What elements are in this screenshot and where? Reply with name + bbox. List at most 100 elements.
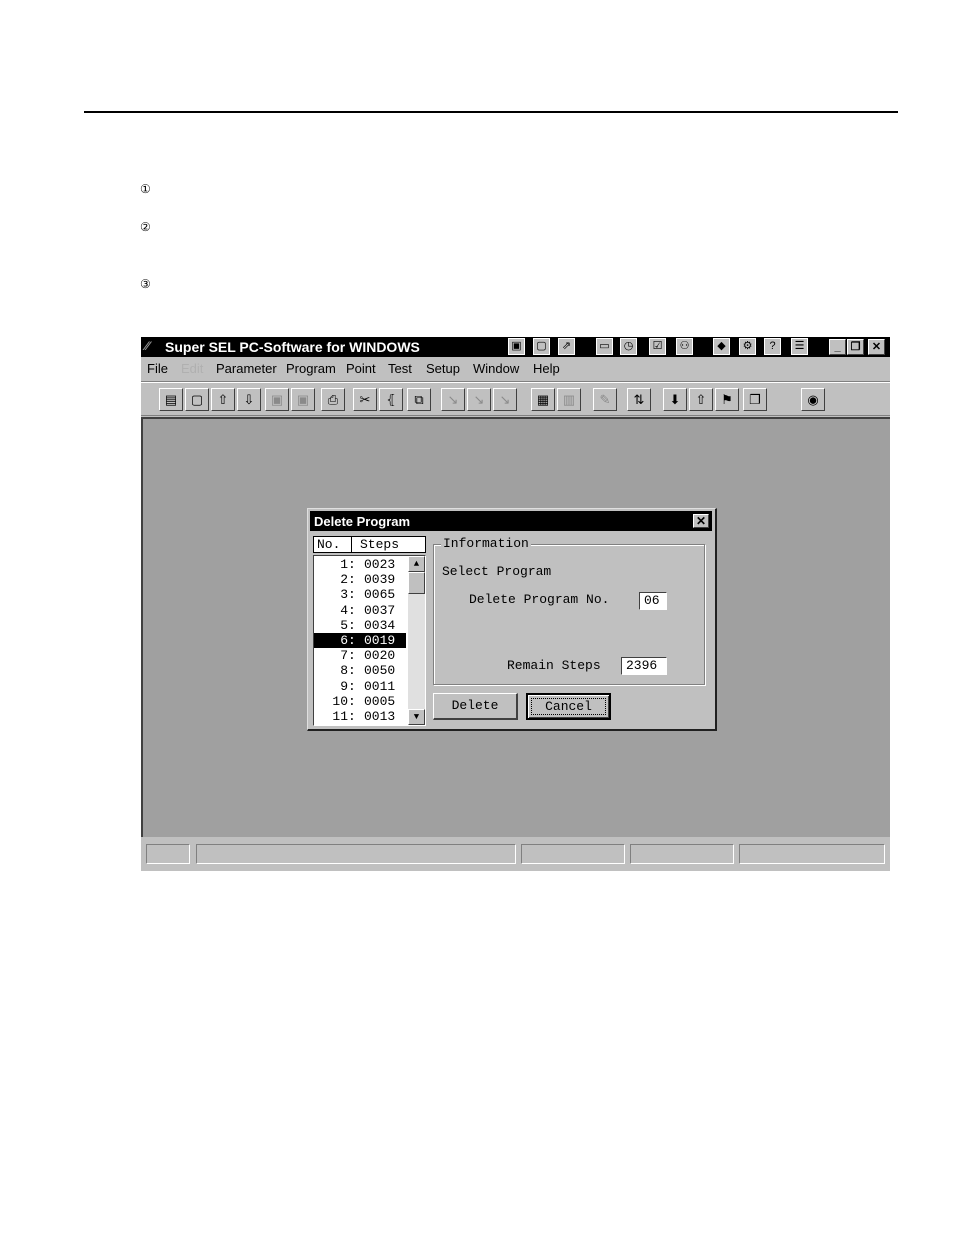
cancel-button[interactable]: Cancel: [526, 693, 611, 720]
program-no: 3: [340, 587, 348, 603]
app-titlebar[interactable]: ⁄⁄ Super SEL PC-Software for WINDOWS ▣ ▢ ⇗…: [141, 337, 890, 357]
program-steps: 0023: [364, 557, 396, 572]
list-item[interactable]: 10:0005: [314, 694, 406, 709]
step-3-icon[interactable]: ↘: [493, 388, 517, 411]
card-icon[interactable]: ▭: [596, 338, 613, 355]
doc-stack-icon[interactable]: ▥: [557, 388, 581, 411]
program-no: 10: [332, 693, 348, 709]
help-icon[interactable]: ?: [764, 338, 781, 355]
upload-icon[interactable]: ⇧: [211, 388, 235, 411]
row-separator: :: [348, 602, 356, 618]
pencil-icon[interactable]: ✎: [593, 388, 617, 411]
delete-program-no-field[interactable]: 06: [639, 592, 667, 610]
select-program-prompt: Select Program: [442, 564, 552, 579]
list-item[interactable]: 1:0023: [314, 557, 406, 572]
menu-bar: File Edit Parameter Program Point Test S…: [141, 357, 890, 382]
scroll-up-arrow-icon[interactable]: ▲: [408, 556, 425, 572]
minimize-button[interactable]: _: [829, 339, 846, 355]
row-separator: :: [348, 709, 356, 724]
close-button[interactable]: ✕: [868, 339, 885, 355]
bracket-icon[interactable]: ⦃: [379, 388, 403, 411]
window-icon[interactable]: ❐: [743, 388, 767, 411]
focus-rect: [531, 698, 606, 715]
row-separator: :: [348, 633, 356, 648]
program-steps: 0005: [364, 693, 396, 709]
step-2-icon[interactable]: ↘: [467, 388, 491, 411]
paste-disabled-icon[interactable]: ▣: [291, 388, 315, 411]
sort-icon[interactable]: ⇅: [627, 388, 651, 411]
user-icon[interactable]: ⚇: [676, 338, 693, 355]
program-steps: 0019: [364, 633, 396, 648]
row-separator: :: [348, 572, 356, 588]
delete-program-dialog: Delete Program ✕ No. Steps 1:0023 2:0039 3…: [307, 508, 717, 731]
list-item[interactable]: 11:0013: [314, 709, 406, 724]
list-item[interactable]: 6:0019: [314, 633, 406, 648]
download-icon[interactable]: ⇩: [237, 388, 261, 411]
restore-button[interactable]: ❐: [847, 339, 864, 355]
list-item[interactable]: 4:0037: [314, 603, 406, 618]
page-icon[interactable]: ▢: [533, 338, 550, 355]
menu-file[interactable]: File: [147, 361, 168, 376]
program-no: 7: [340, 648, 348, 664]
program-listbox[interactable]: 1:0023 2:0039 3:0065 4:0037 5:0034 6:0019 7:00…: [313, 555, 426, 726]
list-item[interactable]: 7:0020: [314, 648, 406, 663]
clock-icon[interactable]: ◷: [620, 338, 637, 355]
program-steps: 0013: [364, 709, 396, 724]
program-no: 5: [340, 617, 348, 633]
status-pane: [739, 844, 885, 864]
new-doc-dotted-icon[interactable]: ▢: [185, 388, 209, 411]
copy-disabled-icon[interactable]: ▣: [265, 388, 289, 411]
menu-help[interactable]: Help: [533, 361, 560, 376]
check-icon[interactable]: ☑: [649, 338, 666, 355]
program-list-header: No. Steps: [313, 536, 426, 553]
menu-parameter[interactable]: Parameter: [216, 361, 277, 376]
clipboard-icon[interactable]: ▦: [531, 388, 555, 411]
status-bar: [141, 839, 890, 871]
dialog-close-icon[interactable]: ✕: [693, 514, 709, 528]
gear-icon[interactable]: ⚙: [739, 338, 756, 355]
export-icon[interactable]: ⇗: [558, 338, 575, 355]
scroll-down-arrow-icon[interactable]: ▼: [408, 709, 425, 725]
cut-icon[interactable]: ✂: [353, 388, 377, 411]
list-item[interactable]: 9:0011: [314, 679, 406, 694]
program-steps: 0050: [364, 663, 396, 679]
app-title: Super SEL PC-Software for WINDOWS: [165, 339, 420, 355]
step-1-icon[interactable]: ↘: [441, 388, 465, 411]
menu-program[interactable]: Program: [286, 361, 336, 376]
program-steps: 0020: [364, 648, 396, 664]
menu-window[interactable]: Window: [473, 361, 519, 376]
delete-button[interactable]: Delete: [433, 693, 518, 720]
list-header-separator[interactable]: [351, 537, 352, 552]
copy-icon[interactable]: ⧉: [407, 388, 431, 411]
menu-setup[interactable]: Setup: [426, 361, 460, 376]
arrow-down-icon[interactable]: ⬇: [663, 388, 687, 411]
record-icon[interactable]: ◉: [801, 388, 825, 411]
row-separator: :: [348, 557, 356, 572]
menu-point[interactable]: Point: [346, 361, 376, 376]
step-marker-1: ①: [140, 182, 151, 196]
dialog-titlebar[interactable]: Delete Program ✕: [310, 511, 712, 531]
status-pane: [521, 844, 625, 864]
scroll-thumb[interactable]: [408, 572, 425, 594]
list-item[interactable]: 3:0065: [314, 587, 406, 602]
arrow-up-icon[interactable]: ⇧: [689, 388, 713, 411]
program-no: 11: [332, 709, 348, 724]
remain-steps-label: Remain Steps: [507, 658, 601, 673]
menu-test[interactable]: Test: [388, 361, 412, 376]
menu-edit[interactable]: Edit: [181, 361, 203, 376]
book-icon[interactable]: ◆: [713, 338, 730, 355]
step-marker-2: ②: [140, 220, 151, 234]
list-item[interactable]: 8:0050: [314, 663, 406, 678]
flag-icon[interactable]: ⚑: [715, 388, 739, 411]
list-scrollbar[interactable]: ▲ ▼: [408, 556, 425, 725]
panel-icon[interactable]: ▣: [508, 338, 525, 355]
manual-icon[interactable]: ☰: [791, 338, 808, 355]
program-no: 4: [340, 602, 348, 618]
new-doc-icon[interactable]: ▤: [159, 388, 183, 411]
program-steps: 0011: [364, 678, 396, 694]
program-steps: 0039: [364, 572, 396, 588]
list-item[interactable]: 5:0034: [314, 618, 406, 633]
information-group-label: Information: [441, 536, 531, 551]
list-item[interactable]: 2:0039: [314, 572, 406, 587]
print-icon[interactable]: ⎙: [321, 388, 345, 411]
